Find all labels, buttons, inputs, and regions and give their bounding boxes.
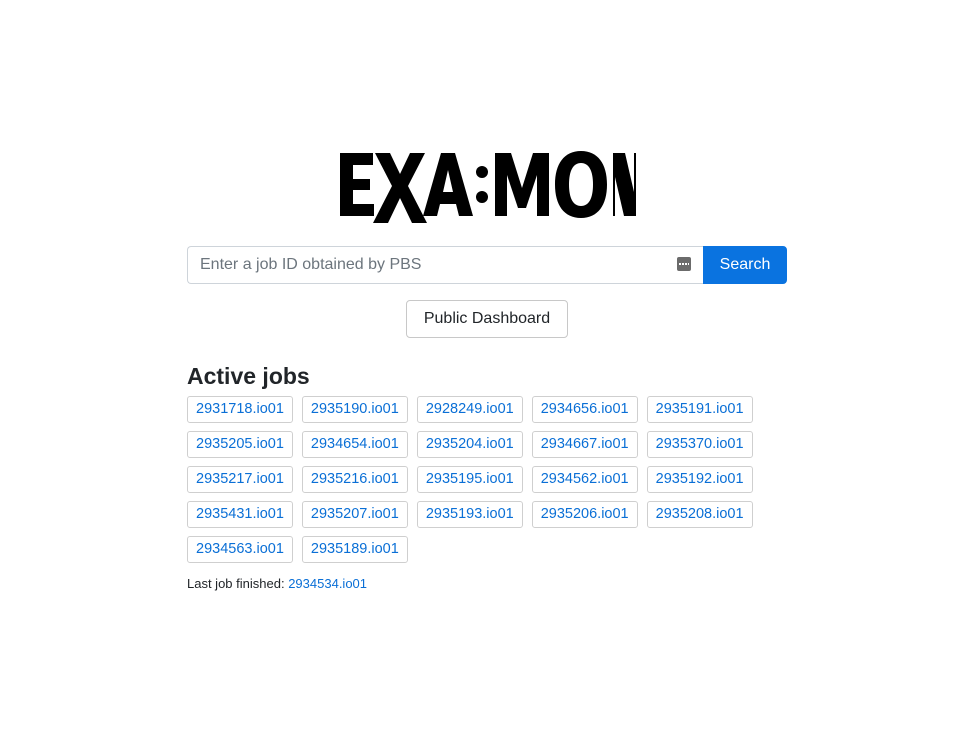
job-link[interactable]: 2935205.io01 (187, 431, 293, 458)
job-link[interactable]: 2935192.io01 (646, 466, 753, 493)
job-link[interactable]: 2935431.io01 (187, 501, 293, 528)
job-link[interactable]: 2935204.io01 (416, 431, 523, 458)
job-link[interactable]: 2931718.io01 (187, 396, 293, 423)
job-link[interactable]: 2935208.io01 (646, 501, 753, 528)
job-link[interactable]: 2935195.io01 (416, 466, 523, 493)
job-link[interactable]: 2935217.io01 (187, 466, 293, 493)
examon-logo (340, 151, 636, 223)
job-link[interactable]: 2935191.io01 (646, 396, 753, 423)
search-input-wrapper (187, 246, 703, 284)
job-row: 2931718.io01 2935190.io01 2928249.io01 2… (187, 396, 787, 423)
job-link[interactable]: 2934656.io01 (531, 396, 638, 423)
job-row: 2935205.io01 2934654.io01 2935204.io01 2… (187, 431, 787, 458)
last-job-label: Last job finished: (187, 576, 285, 591)
job-link[interactable]: 2935206.io01 (531, 501, 638, 528)
job-link[interactable]: 2934563.io01 (187, 536, 293, 563)
job-id-search-input[interactable] (187, 246, 703, 284)
active-jobs-list: 2931718.io01 2935190.io01 2928249.io01 2… (187, 396, 787, 571)
job-link[interactable]: 2935193.io01 (416, 501, 523, 528)
job-link[interactable]: 2935189.io01 (301, 536, 408, 563)
search-button[interactable]: Search (703, 246, 787, 284)
job-row: 2934563.io01 2935189.io01 (187, 536, 787, 563)
search-bar: Search (187, 246, 787, 284)
autofill-key-icon[interactable] (677, 257, 691, 271)
last-job-link[interactable]: 2934534.io01 (288, 576, 367, 591)
job-row: 2935431.io01 2935207.io01 2935193.io01 2… (187, 501, 787, 528)
job-link[interactable]: 2934562.io01 (531, 466, 638, 493)
public-dashboard-button[interactable]: Public Dashboard (406, 300, 568, 338)
job-link[interactable]: 2935190.io01 (301, 396, 408, 423)
job-link[interactable]: 2934654.io01 (301, 431, 408, 458)
job-link[interactable]: 2935207.io01 (301, 501, 408, 528)
last-job-finished: Last job finished: 2934534.io01 (187, 576, 367, 591)
job-row: 2935217.io01 2935216.io01 2935195.io01 2… (187, 466, 787, 493)
job-link[interactable]: 2928249.io01 (416, 396, 523, 423)
job-link[interactable]: 2935216.io01 (301, 466, 408, 493)
job-link[interactable]: 2935370.io01 (646, 431, 753, 458)
job-link[interactable]: 2934667.io01 (531, 431, 638, 458)
active-jobs-heading: Active jobs (187, 363, 310, 389)
